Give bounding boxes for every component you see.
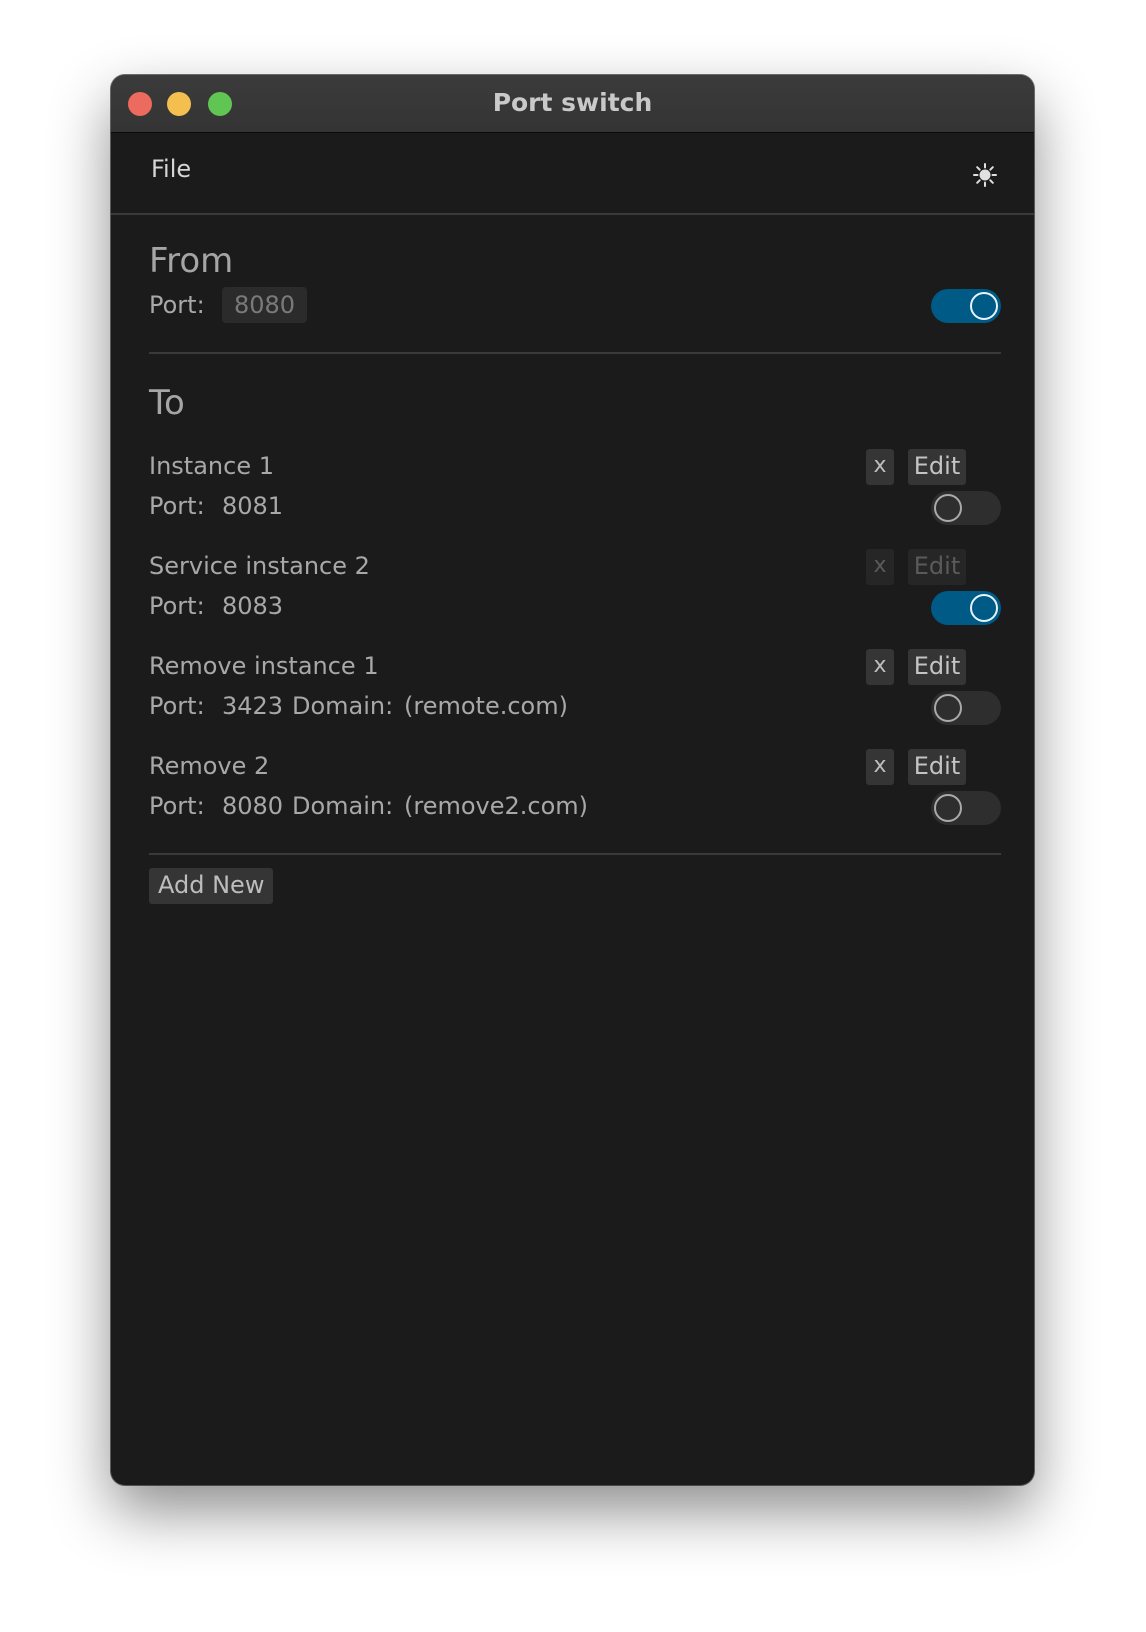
menu-file[interactable]: File xyxy=(151,155,191,183)
instance-domain-label: Domain: xyxy=(292,792,394,820)
toggle-knob xyxy=(970,292,998,320)
edit-instance-button[interactable]: Edit xyxy=(908,749,966,785)
instance-toggle[interactable] xyxy=(931,691,1001,725)
instance-port-value: 8081 xyxy=(222,492,284,520)
from-port-label: Port: xyxy=(149,291,205,319)
from-heading: From xyxy=(149,241,234,281)
instance-port-value: 3423 xyxy=(222,692,284,720)
toggle-knob xyxy=(934,494,962,522)
instance-port-label: Port: xyxy=(149,492,205,520)
add-new-button[interactable]: Add New xyxy=(149,868,274,904)
app-window: Port switch File From Port: 8080 To Inst… xyxy=(111,75,1034,1485)
toggle-knob xyxy=(934,794,962,822)
menu-bar: File xyxy=(111,133,1034,215)
instance-domain-value: (remove2.com) xyxy=(404,792,589,820)
instance-port-value: 8083 xyxy=(222,592,284,620)
instance-toggle[interactable] xyxy=(931,791,1001,825)
instance-domain-label: Domain: xyxy=(292,692,394,720)
remove-instance-button[interactable]: x xyxy=(866,449,894,485)
instance-name: Service instance 2 xyxy=(149,552,370,580)
instance-name: Remove instance 1 xyxy=(149,652,379,680)
sun-icon[interactable] xyxy=(971,161,999,189)
instance-toggle[interactable] xyxy=(931,491,1001,525)
instance-name: Remove 2 xyxy=(149,752,270,780)
instance-name: Instance 1 xyxy=(149,452,274,480)
edit-instance-button[interactable]: Edit xyxy=(908,549,966,585)
remove-instance-button[interactable]: x xyxy=(866,749,894,785)
toggle-knob xyxy=(934,694,962,722)
from-port-input[interactable]: 8080 xyxy=(222,287,308,323)
instance-port-label: Port: xyxy=(149,592,205,620)
window-title: Port switch xyxy=(492,88,653,117)
remove-instance-button[interactable]: x xyxy=(866,649,894,685)
toggle-knob xyxy=(970,594,998,622)
instance-port-label: Port: xyxy=(149,792,205,820)
instance-toggle[interactable] xyxy=(931,591,1001,625)
from-toggle[interactable] xyxy=(931,289,1001,323)
edit-instance-button[interactable]: Edit xyxy=(908,649,966,685)
instance-domain-value: (remote.com) xyxy=(404,692,568,720)
divider xyxy=(149,853,1001,855)
instance-port-label: Port: xyxy=(149,692,205,720)
instance-port-value: 8080 xyxy=(222,792,284,820)
divider xyxy=(149,352,1001,354)
title-bar: Port switch xyxy=(111,75,1034,133)
remove-instance-button[interactable]: x xyxy=(866,549,894,585)
to-heading: To xyxy=(149,383,185,423)
edit-instance-button[interactable]: Edit xyxy=(908,449,966,485)
